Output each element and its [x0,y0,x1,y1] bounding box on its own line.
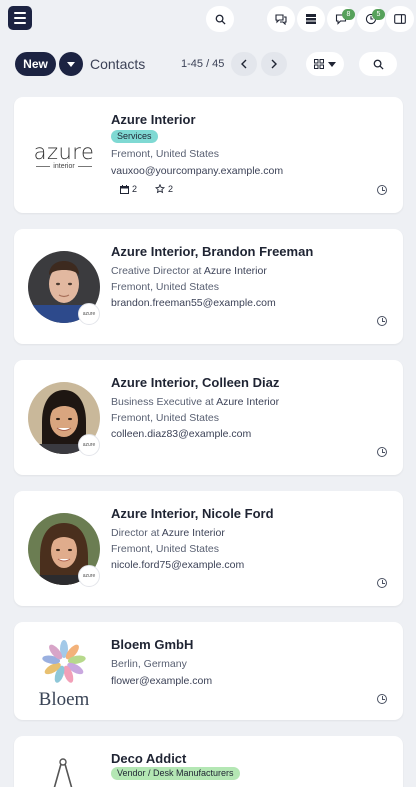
contact-card[interactable]: azure Azure Interior, Colleen Diaz Busin… [14,360,403,475]
contact-card[interactable]: azure Azure Interior, Nicole Ford Direct… [14,491,403,606]
server-button[interactable] [297,6,325,32]
kanban-view-icon [314,59,324,69]
activities-button[interactable]: 5 [357,6,385,32]
sidebar-panel-icon [394,14,406,24]
contact-job: Business Executive [111,396,203,408]
messages-button[interactable]: 8 [327,6,355,32]
contact-email: brandon.freeman55@example.com [111,297,276,309]
calendar-icon [120,184,129,194]
contact-card[interactable]: Deco Addict Vendor / Desk Manufacturers [14,736,403,787]
job-connector: at [204,396,214,408]
top-navbar: 8 5 [0,0,416,38]
contact-card[interactable]: Bloem Bloem GmbH Berlin, Germany flower@… [14,622,403,720]
contact-name: Deco Addict [111,751,187,766]
server-icon [306,14,316,24]
new-dropdown-button[interactable] [59,52,83,76]
contact-company: Azure Interior [203,265,267,277]
contact-company: Azure Interior [216,396,280,408]
opportunities-count: 2 [168,184,174,194]
job-connector: at [150,527,160,539]
contact-email: nicole.ford75@example.com [111,559,245,571]
company-mini-logo: azure [78,303,100,325]
contact-location: Fremont, United States [111,281,219,293]
meetings-stat[interactable]: 2 [120,184,137,194]
opportunities-stat[interactable]: 2 [155,184,173,194]
logo-sub-text: interior [53,162,75,170]
category-tag: Vendor / Desk Manufacturers [111,767,240,780]
flower-logo-icon [42,640,86,683]
search-icon [215,14,226,25]
chevron-left-icon [241,59,247,69]
contacts-kanban: azure interior Azure Interior Services F… [14,97,403,787]
contact-email: vauxoo@yourcompany.example.com [111,165,284,177]
contact-location: Fremont, United States [111,148,219,160]
job-connector: at [192,265,202,277]
activity-clock-icon[interactable] [377,185,387,195]
contact-location: Berlin, Germany [111,658,187,670]
activity-clock-icon[interactable] [377,578,387,588]
contact-name: Azure Interior [111,112,196,127]
caret-down-icon [328,61,336,67]
logo-sub-row: interior [36,163,92,170]
chat-icon [275,14,287,25]
company-logo: Bloem [28,638,100,710]
activity-clock-icon[interactable] [377,447,387,457]
contact-name: Bloem GmbH [111,637,194,652]
activity-clock-icon[interactable] [377,316,387,326]
contact-card[interactable]: azure interior Azure Interior Services F… [14,97,403,213]
company-mini-logo: azure [78,434,100,456]
contact-email: flower@example.com [111,675,213,687]
compass-logo-icon [53,758,73,787]
meetings-count: 2 [132,184,138,194]
contact-job: Director [111,527,148,539]
messages-count-badge: 8 [342,9,355,20]
company-mini-logo: azure [78,565,100,587]
search-icon [373,59,384,70]
chevron-right-icon [271,59,277,69]
control-panel: New Contacts 1-45 / 45 [0,48,416,80]
contact-job-line: Director at Azure Interior [111,527,225,539]
chat-button[interactable] [267,6,295,32]
contact-email: colleen.diaz83@example.com [111,428,252,440]
contact-company: Azure Interior [161,527,225,539]
contact-job: Creative Director [111,265,190,277]
logo-text: azure [33,139,95,164]
new-button[interactable]: New [15,52,56,76]
view-switcher-button[interactable] [306,52,344,76]
contact-job-line: Business Executive at Azure Interior [111,396,279,408]
company-logo: azure interior [28,119,100,191]
caret-down-icon [67,61,75,67]
sidebar-toggle-button[interactable] [386,6,414,32]
search-button[interactable] [206,6,234,32]
activities-count-badge: 5 [372,9,385,20]
menu-icon[interactable] [8,6,32,30]
contact-location: Fremont, United States [111,412,219,424]
search-panel-button[interactable] [359,52,397,76]
activity-clock-icon[interactable] [377,694,387,704]
contact-name: Azure Interior, Nicole Ford [111,506,274,521]
contact-name: Azure Interior, Colleen Diaz [111,375,280,390]
logo-text: Bloem [38,689,90,710]
contact-name: Azure Interior, Brandon Freeman [111,244,314,259]
contact-job-line: Creative Director at Azure Interior [111,265,267,277]
pager-next-button[interactable] [261,52,287,76]
contact-card[interactable]: azure Azure Interior, Brandon Freeman Cr… [14,229,403,344]
contact-location: Fremont, United States [111,543,219,555]
contact-stats: 2 2 [120,184,173,194]
breadcrumb: Contacts [90,56,146,72]
star-icon [155,184,166,194]
pager-previous-button[interactable] [231,52,257,76]
pager-value[interactable]: 1-45 / 45 [181,58,224,70]
category-tag: Services [111,130,158,143]
